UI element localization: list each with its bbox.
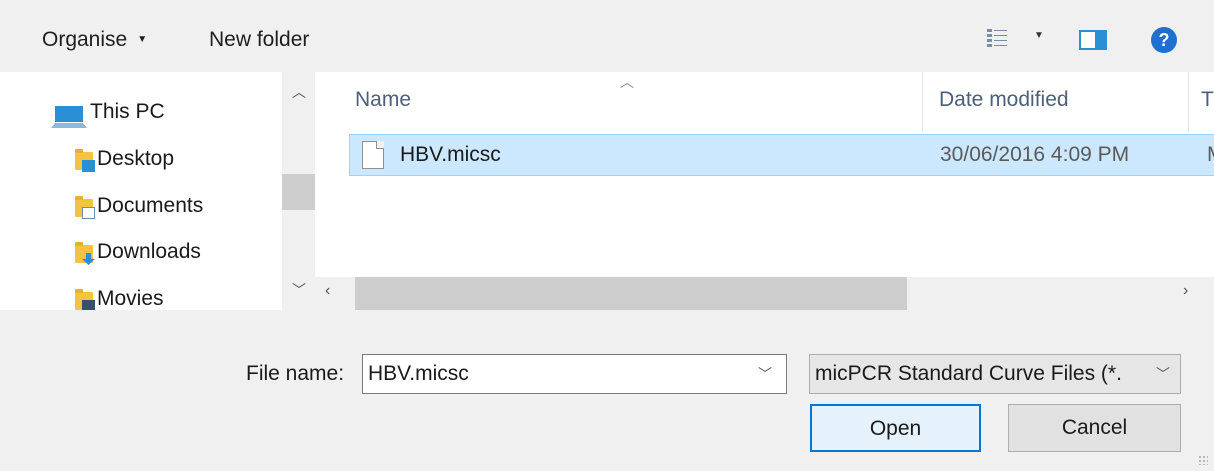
file-name-label: File name: [246,362,345,385]
file-name-value[interactable]: HBV.micsc [368,362,469,386]
file-list[interactable]: ︿ Name Date modified T HBV.micsc 30/06/2… [315,72,1214,277]
nav-item-movies[interactable]: Movies [0,279,282,310]
nav-item-label: Downloads [97,240,201,263]
downloads-folder-icon [75,242,95,265]
nav-item-label: Desktop [97,147,175,170]
nav-item-label: Movies [97,287,164,310]
chevron-down-icon[interactable]: ﹀ [758,364,772,384]
view-dropdown-icon[interactable]: ▼ [1034,30,1044,41]
scroll-left-icon[interactable]: ‹ [325,282,330,300]
column-header-label: T [1201,88,1214,111]
column-header-name[interactable]: Name [315,72,922,132]
preview-pane-icon[interactable] [1079,30,1107,50]
view-options-icon[interactable] [987,28,1007,50]
scrollbar-thumb[interactable] [355,277,907,310]
column-header-label: Name [355,88,412,111]
file-list-horizontal-scrollbar[interactable]: ‹ › [315,277,1214,310]
file-row-selected[interactable]: HBV.micsc 30/06/2016 4:09 PM M [349,134,1214,176]
chevron-down-icon[interactable]: ﹀ [1156,364,1170,384]
help-icon[interactable]: ? [1151,27,1177,53]
nav-item-documents[interactable]: Documents [0,186,282,226]
file-date-modified: 30/06/2016 4:09 PM [940,143,1130,166]
open-button[interactable]: Open [810,404,981,452]
documents-folder-icon [75,196,95,219]
scrollbar-thumb[interactable] [282,174,315,210]
command-bar: Organise ▼ New folder ▼ ? [0,0,1214,72]
nav-item-label: This PC [90,100,165,123]
new-folder-button[interactable]: New folder [209,28,309,52]
file-icon [362,141,384,169]
file-type: M [1207,143,1214,167]
nav-item-this-pc[interactable]: This PC [0,92,282,132]
nav-item-downloads[interactable]: Downloads [0,232,282,272]
column-header-type[interactable]: T [1189,72,1214,132]
computer-icon [51,106,87,128]
cancel-button[interactable]: Cancel [1008,404,1181,452]
nav-item-label: Documents [97,194,204,217]
resize-grip-icon[interactable] [1198,455,1208,465]
column-header-date-modified[interactable]: Date modified [923,72,1188,132]
file-type-select[interactable]: micPCR Standard Curve Files (*. ﹀ [809,354,1181,394]
nav-item-desktop[interactable]: Desktop [0,139,282,179]
scroll-right-icon[interactable]: › [1183,282,1188,300]
organise-label: Organise [42,28,128,51]
chevron-down-icon: ▼ [137,34,148,45]
scroll-down-icon[interactable]: ﹀ [292,280,306,300]
scroll-up-icon[interactable]: ︿ [292,82,306,102]
desktop-folder-icon [75,149,95,172]
movies-folder-icon [75,289,95,310]
column-header-label: Date modified [939,88,1069,111]
navigation-pane[interactable]: This PC Desktop Documents Downloads Movi… [0,72,282,310]
file-name-input[interactable]: HBV.micsc ﹀ [362,354,787,394]
organise-button[interactable]: Organise ▼ [42,28,147,52]
file-type-value: micPCR Standard Curve Files (*. [815,362,1122,385]
nav-vertical-scrollbar[interactable]: ︿ ﹀ [282,72,315,310]
file-name: HBV.micsc [400,143,501,166]
